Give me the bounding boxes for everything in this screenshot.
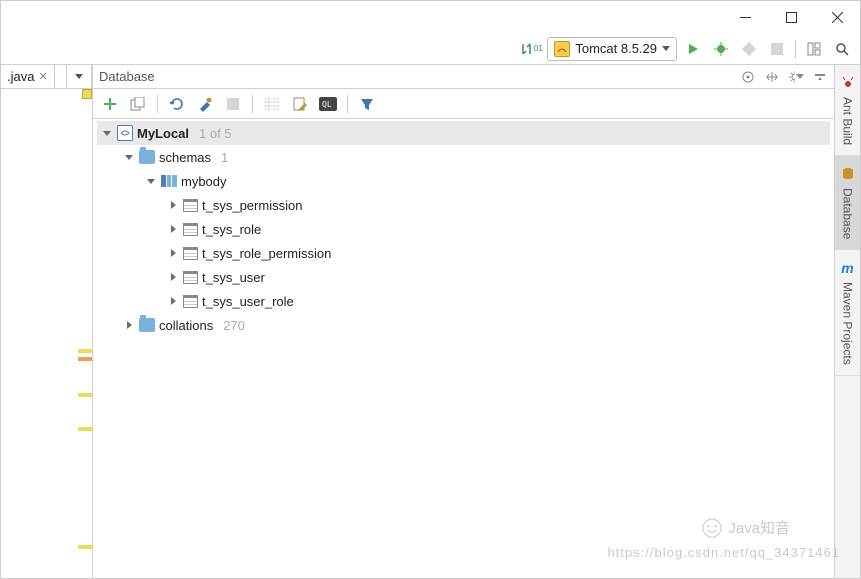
- inspection-indicator[interactable]: [82, 89, 92, 99]
- split-icon[interactable]: [764, 69, 780, 85]
- side-tab-label: Maven Projects: [841, 282, 855, 365]
- gear-icon[interactable]: [788, 69, 804, 85]
- collapse-arrow-icon[interactable]: [167, 199, 179, 211]
- schema-label: mybody: [181, 174, 227, 189]
- side-tab-label: Ant Build: [841, 97, 855, 145]
- window-maximize-button[interactable]: [768, 1, 814, 33]
- schemas-node[interactable]: schemas 1: [97, 145, 830, 169]
- table-label: t_sys_permission: [202, 198, 302, 213]
- datasource-label: MyLocal: [137, 126, 189, 141]
- datasource-meta: 1 of 5: [193, 126, 232, 141]
- coverage-button[interactable]: [737, 37, 761, 61]
- chevron-down-icon: [75, 74, 83, 79]
- expand-arrow-icon[interactable]: [145, 175, 157, 187]
- warning-marker[interactable]: [78, 393, 92, 397]
- run-configuration-selector[interactable]: Tomcat 8.5.29: [547, 37, 677, 61]
- maven-icon: m: [840, 260, 856, 276]
- side-tab-maven[interactable]: m Maven Projects: [835, 250, 860, 376]
- duplicate-icon[interactable]: [129, 95, 147, 113]
- disconnect-icon[interactable]: [224, 95, 242, 113]
- ant-icon: [840, 75, 856, 91]
- table-label: t_sys_user: [202, 270, 265, 285]
- table-view-icon[interactable]: [263, 95, 281, 113]
- refresh-icon[interactable]: [168, 95, 186, 113]
- warning-marker[interactable]: [78, 427, 92, 431]
- filter-icon[interactable]: [358, 95, 376, 113]
- table-node[interactable]: t_sys_role: [97, 217, 830, 241]
- stop-button[interactable]: [765, 37, 789, 61]
- collations-node[interactable]: collations 270: [97, 313, 830, 337]
- window-close-button[interactable]: [814, 1, 860, 33]
- hide-panel-icon[interactable]: [812, 69, 828, 85]
- target-icon[interactable]: [740, 69, 756, 85]
- warning-marker[interactable]: [78, 349, 92, 353]
- schema-node[interactable]: mybody: [97, 169, 830, 193]
- editor-gutter: .java ✕: [1, 65, 93, 578]
- side-tab-label: Database: [841, 188, 855, 239]
- table-label: t_sys_role_permission: [202, 246, 331, 261]
- error-marker[interactable]: [78, 357, 92, 361]
- warning-marker[interactable]: [78, 545, 92, 549]
- collapse-arrow-icon[interactable]: [123, 319, 135, 331]
- database-panel-header: Database: [93, 65, 834, 89]
- expand-arrow-icon[interactable]: [101, 127, 113, 139]
- chevron-down-icon: [796, 74, 804, 79]
- expand-arrow-icon[interactable]: [123, 151, 135, 163]
- update-icon[interactable]: 01: [519, 37, 543, 61]
- table-node[interactable]: t_sys_role_permission: [97, 241, 830, 265]
- editor-tab-dropdown[interactable]: [66, 65, 92, 88]
- table-label: t_sys_role: [202, 222, 261, 237]
- folder-icon: [139, 150, 155, 164]
- table-node[interactable]: t_sys_permission: [97, 193, 830, 217]
- add-datasource-button[interactable]: [101, 95, 119, 113]
- collapse-arrow-icon[interactable]: [167, 271, 179, 283]
- schemas-meta: 1: [215, 150, 228, 165]
- table-icon: [183, 199, 198, 212]
- window-minimize-button[interactable]: [722, 1, 768, 33]
- collapse-arrow-icon[interactable]: [167, 295, 179, 307]
- console-icon[interactable]: QL: [319, 95, 337, 113]
- run-configuration-label: Tomcat 8.5.29: [575, 41, 657, 56]
- editor-tab-java[interactable]: .java ✕: [1, 65, 55, 88]
- side-tab-ant[interactable]: Ant Build: [835, 65, 860, 156]
- close-icon[interactable]: ✕: [38, 70, 47, 83]
- database-tool-window: Database QL: [93, 65, 835, 578]
- database-toolbar: QL: [93, 89, 834, 119]
- edit-source-icon[interactable]: [291, 95, 309, 113]
- collations-label: collations: [159, 318, 213, 333]
- search-everywhere-button[interactable]: [830, 37, 854, 61]
- database-tree[interactable]: MyLocal 1 of 5 schemas 1 mybody: [93, 119, 834, 578]
- datasource-icon: [117, 125, 133, 141]
- database-panel-title: Database: [99, 69, 155, 84]
- table-label: t_sys_user_role: [202, 294, 294, 309]
- editor-tab-label: .java: [7, 69, 34, 84]
- window-titlebar: [1, 1, 860, 33]
- side-tab-database[interactable]: Database: [835, 156, 860, 250]
- collapse-arrow-icon[interactable]: [167, 247, 179, 259]
- table-node[interactable]: t_sys_user: [97, 265, 830, 289]
- table-icon: [183, 247, 198, 260]
- main-toolbar: 01 Tomcat 8.5.29: [1, 33, 860, 65]
- properties-icon[interactable]: [196, 95, 214, 113]
- tomcat-icon: [554, 41, 570, 57]
- project-structure-button[interactable]: [802, 37, 826, 61]
- schemas-label: schemas: [159, 150, 211, 165]
- svg-text:QL: QL: [322, 100, 332, 109]
- table-icon: [183, 295, 198, 308]
- table-node[interactable]: t_sys_user_role: [97, 289, 830, 313]
- right-tool-tabs: Ant Build Database m Maven Projects: [835, 65, 860, 578]
- collapse-arrow-icon[interactable]: [167, 223, 179, 235]
- run-button[interactable]: [681, 37, 705, 61]
- chevron-down-icon: [662, 46, 670, 51]
- datasource-node[interactable]: MyLocal 1 of 5: [97, 121, 830, 145]
- table-icon: [183, 223, 198, 236]
- database-icon: [840, 166, 856, 182]
- collations-meta: 270: [217, 318, 245, 333]
- schema-icon: [161, 175, 177, 187]
- table-icon: [183, 271, 198, 284]
- debug-button[interactable]: [709, 37, 733, 61]
- folder-icon: [139, 318, 155, 332]
